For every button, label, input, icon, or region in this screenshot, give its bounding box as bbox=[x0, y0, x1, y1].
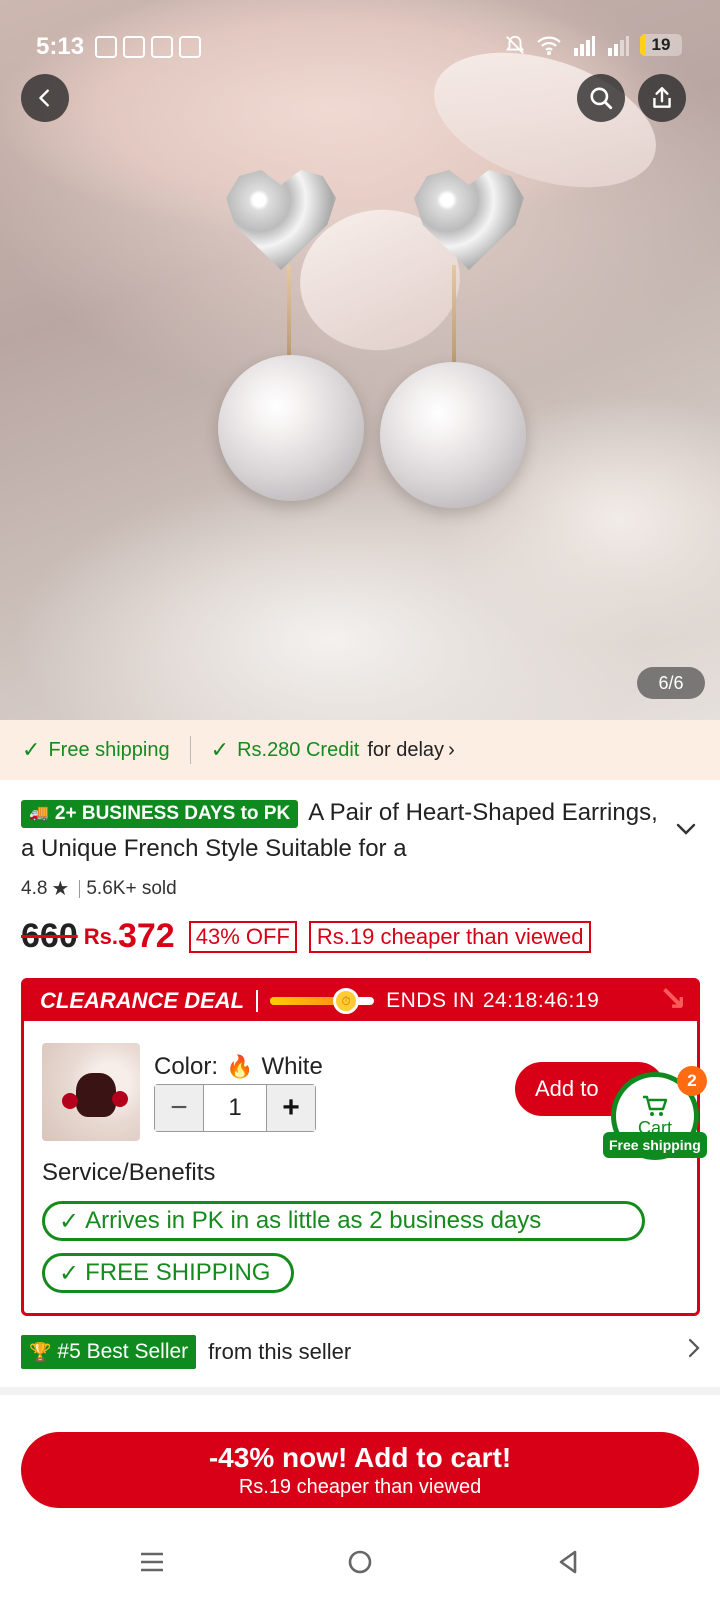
search-button[interactable] bbox=[577, 74, 625, 122]
flame-icon: 🔥 bbox=[226, 1054, 254, 1079]
rating-value: 4.8 bbox=[21, 877, 48, 899]
back-triangle-icon bbox=[559, 1550, 577, 1574]
status-right: 19 bbox=[504, 34, 682, 56]
divider bbox=[79, 879, 81, 898]
best-seller-badge: 🏆 #5 Best Seller bbox=[21, 1335, 197, 1369]
cta-sub-label: Rs.19 cheaper than viewed bbox=[238, 1475, 482, 1498]
color-label: Color: bbox=[154, 1053, 219, 1080]
delivery-days-badge: 🚚 2+ BUSINESS DAYS to PK bbox=[21, 800, 299, 828]
image-counter: 6/6 bbox=[637, 667, 705, 699]
check-icon: ✓ bbox=[22, 737, 41, 762]
best-seller-row[interactable]: 🏆 #5 Best Seller from this seller bbox=[21, 1335, 701, 1369]
benefit-pill: ✓ Arrives in PK in as little as 2 busine… bbox=[42, 1201, 645, 1241]
decrease-button[interactable]: − bbox=[155, 1085, 203, 1131]
quantity-value[interactable]: 1 bbox=[203, 1085, 267, 1131]
notification-icon bbox=[151, 36, 173, 58]
service-benefits-title: Service/Benefits bbox=[42, 1159, 216, 1186]
clearance-header: CLEARANCE DEAL ⏱ ENDS IN 24:18:46:19 ↘ bbox=[24, 980, 697, 1021]
arrow-down-icon: ↘ bbox=[658, 980, 688, 1018]
cta-main-label: -43% now! Add to cart! bbox=[208, 1441, 512, 1473]
trophy-icon: 🏆 bbox=[29, 1341, 52, 1362]
product-title[interactable]: 🚚 2+ BUSINESS DAYS to PK A Pair of Heart-S… bbox=[21, 795, 671, 867]
original-price: 660 bbox=[21, 917, 78, 955]
wifi-icon bbox=[537, 36, 561, 55]
best-seller-text: from this seller bbox=[208, 1339, 352, 1364]
rating-row[interactable]: 4.8 ★ 5.6K+ sold bbox=[21, 876, 177, 901]
free-shipping-label: Free shipping bbox=[48, 738, 170, 761]
cart-free-shipping-badge: Free shipping bbox=[603, 1132, 707, 1158]
status-time: 5:13 bbox=[36, 33, 85, 60]
add-to-cart-cta[interactable]: -43% now! Add to cart! Rs.19 cheaper tha… bbox=[21, 1432, 699, 1508]
check-icon: ✓ bbox=[59, 1259, 80, 1287]
color-selector[interactable]: Color: 🔥 White bbox=[154, 1053, 323, 1081]
divider bbox=[256, 990, 259, 1012]
check-icon: ✓ bbox=[210, 737, 230, 762]
star-icon: ★ bbox=[51, 878, 70, 900]
section-divider bbox=[0, 1387, 720, 1395]
shipping-strip[interactable]: ✓ Free shipping ✓ Rs.280 Credit for dela… bbox=[0, 720, 720, 780]
divider bbox=[189, 736, 191, 764]
product-image[interactable]: 5:13 19 6/6 bbox=[0, 0, 720, 720]
chevron-right-icon bbox=[688, 1338, 700, 1358]
color-value: White bbox=[261, 1053, 323, 1080]
recents-button[interactable] bbox=[132, 1542, 172, 1582]
system-back-button[interactable] bbox=[548, 1542, 588, 1582]
clearance-deal-panel: CLEARANCE DEAL ⏱ ENDS IN 24:18:46:19 ↘ C… bbox=[21, 978, 700, 1316]
signal-icon bbox=[608, 36, 629, 56]
search-icon bbox=[590, 87, 613, 110]
chevron-down-icon[interactable] bbox=[676, 822, 696, 836]
back-button[interactable] bbox=[21, 74, 69, 122]
notification-icon bbox=[95, 36, 117, 58]
home-button[interactable] bbox=[340, 1542, 380, 1582]
bottom-action-bar: -43% now! Add to cart! Rs.19 cheaper tha… bbox=[0, 1420, 720, 1520]
share-icon bbox=[653, 87, 671, 108]
cheaper-tag: Rs.19 cheaper than viewed bbox=[308, 920, 592, 953]
countdown-timer: 24:18:46:19 bbox=[482, 989, 600, 1012]
increase-button[interactable]: + bbox=[267, 1085, 315, 1131]
notification-icon bbox=[123, 36, 145, 58]
system-nav-bar bbox=[0, 1520, 720, 1600]
notification-icon bbox=[179, 36, 201, 58]
share-button[interactable] bbox=[638, 74, 686, 122]
ends-in-label: ENDS IN bbox=[386, 989, 475, 1012]
menu-icon bbox=[141, 1552, 163, 1572]
battery-icon: 19 bbox=[640, 34, 682, 56]
cart-icon bbox=[643, 1095, 668, 1116]
variant-thumbnail[interactable] bbox=[42, 1043, 140, 1141]
truck-icon: 🚚 bbox=[29, 805, 49, 822]
current-price: 372 bbox=[117, 917, 175, 955]
benefit-pill: ✓ FREE SHIPPING bbox=[42, 1253, 294, 1293]
check-icon: ✓ bbox=[59, 1207, 80, 1235]
battery-level: 19 bbox=[651, 35, 671, 54]
clock-icon: ⏱ bbox=[333, 988, 360, 1014]
price-row: 660 Rs. 372 43% OFF Rs.19 cheaper than v… bbox=[21, 917, 592, 956]
discount-tag: 43% OFF bbox=[188, 920, 297, 953]
sold-count: 5.6K+ sold bbox=[86, 877, 177, 899]
currency-prefix: Rs. bbox=[83, 923, 118, 949]
chevron-right-icon: › bbox=[448, 738, 455, 761]
signal-icon bbox=[574, 36, 595, 56]
cart-count-badge: 2 bbox=[677, 1066, 707, 1096]
credit-suffix: for delay bbox=[367, 738, 445, 761]
quantity-stepper[interactable]: − 1 + bbox=[154, 1084, 316, 1132]
back-arrow-icon bbox=[39, 89, 49, 107]
clearance-title: CLEARANCE DEAL bbox=[40, 988, 245, 1013]
credit-label: Rs.280 Credit bbox=[237, 738, 360, 761]
deal-progress-bar: ⏱ bbox=[270, 988, 375, 1014]
home-circle-icon bbox=[348, 1550, 372, 1574]
mute-icon bbox=[505, 35, 525, 54]
notification-icons bbox=[95, 36, 201, 58]
